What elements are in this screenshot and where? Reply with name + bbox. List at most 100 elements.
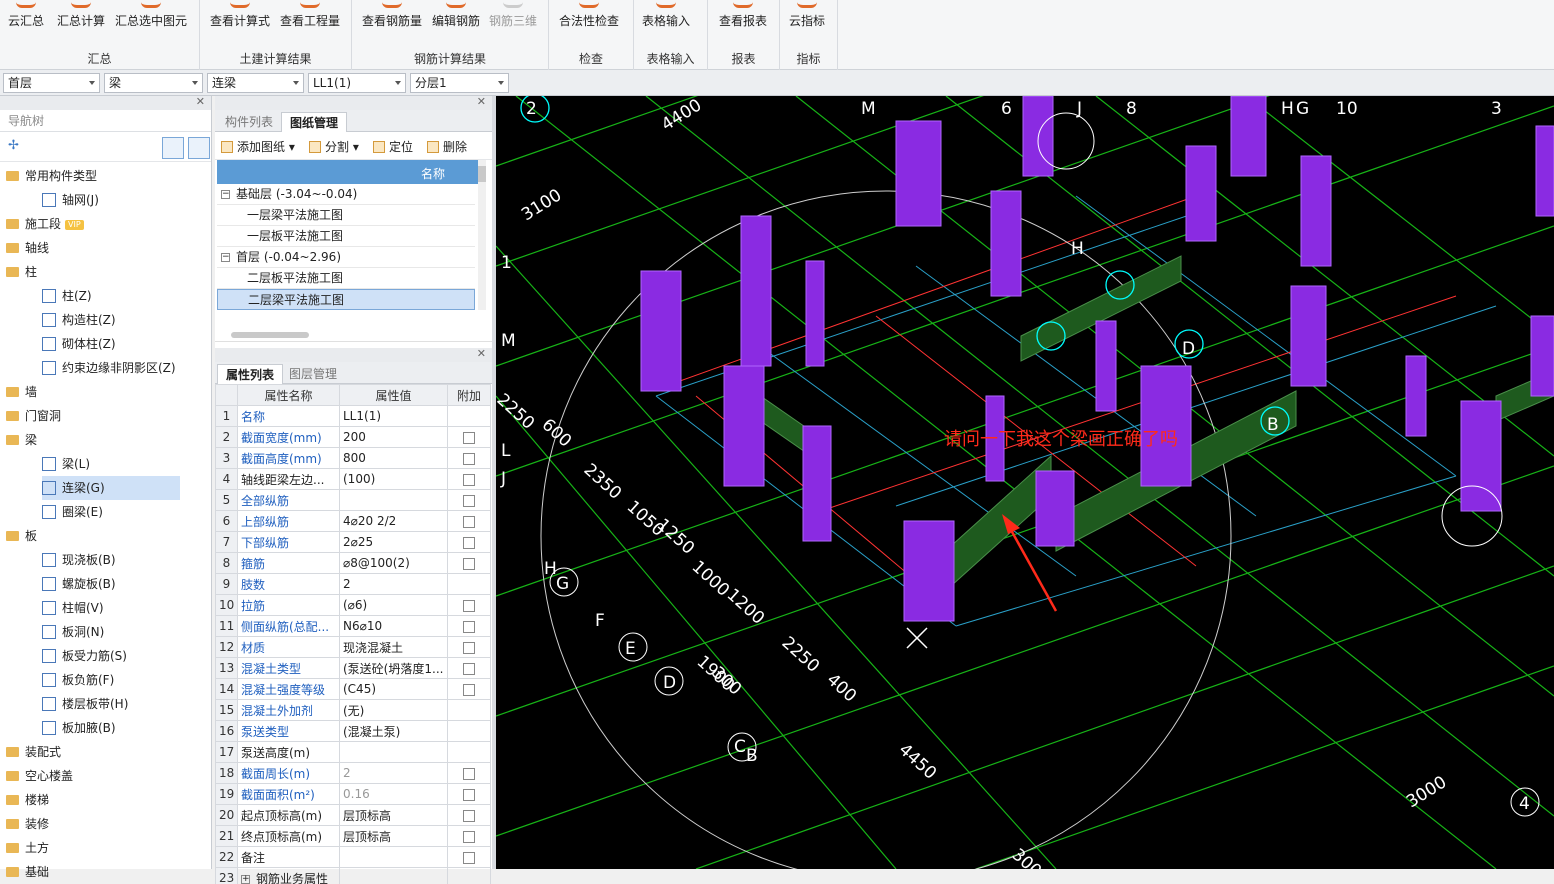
nav-item[interactable]: 螺旋板(B) xyxy=(42,572,122,596)
extra-checkbox[interactable] xyxy=(463,768,475,780)
extra-checkbox[interactable] xyxy=(463,684,475,696)
tab-component-list[interactable]: 构件列表 xyxy=(217,112,281,132)
component-select[interactable]: LL1(1) xyxy=(308,73,406,93)
drawing-row[interactable]: 一层板平法施工图 xyxy=(217,226,475,247)
property-value[interactable]: (100) xyxy=(340,469,448,490)
cad-viewport[interactable]: 2 M 6 J 8 H G 10 3 1 M L J H H D B G F E… xyxy=(496,96,1554,869)
view-formula-button[interactable]: 查看计算式 xyxy=(210,0,270,46)
property-row[interactable]: 10拉筋(⌀6) xyxy=(216,595,491,616)
split-button[interactable]: 分割 ▾ xyxy=(309,138,359,155)
nav-folder[interactable]: 墙 xyxy=(6,380,37,404)
nav-item[interactable]: 板洞(N) xyxy=(42,620,110,644)
extra-checkbox[interactable] xyxy=(463,789,475,801)
nav-item[interactable]: 砌体柱(Z) xyxy=(42,332,122,356)
drawing-row[interactable]: 一层梁平法施工图 xyxy=(217,205,475,226)
category-select[interactable]: 梁 xyxy=(104,73,203,93)
nav-item[interactable]: 现浇板(B) xyxy=(42,548,122,572)
validity-check-button[interactable]: 合法性检查 xyxy=(559,0,619,46)
view-quantity-button[interactable]: 查看工程量 xyxy=(280,0,340,46)
extra-checkbox[interactable] xyxy=(463,621,475,633)
property-row[interactable]: 23+钢筋业务属性 xyxy=(216,868,491,884)
property-value[interactable]: 层顶标高 xyxy=(340,826,448,847)
property-row[interactable]: 15混凝土外加剂(无) xyxy=(216,700,491,721)
extra-checkbox[interactable] xyxy=(463,810,475,822)
property-row[interactable]: 22备注 xyxy=(216,847,491,868)
property-value[interactable]: 0.16 xyxy=(340,784,448,805)
view-report-button[interactable]: 查看报表 xyxy=(719,0,767,46)
property-value[interactable]: 2⌀25 xyxy=(340,532,448,553)
nav-folder[interactable]: 轴线 xyxy=(6,236,49,260)
extra-checkbox[interactable] xyxy=(463,495,475,507)
nav-item[interactable]: 楼层板带(H) xyxy=(42,692,134,716)
nav-item[interactable]: 连梁(G) xyxy=(42,476,180,500)
tab-property-list[interactable]: 属性列表 xyxy=(217,364,283,384)
layer-select[interactable]: 分层1 xyxy=(410,73,509,93)
drawing-group-row[interactable]: −首层 (-0.04~2.96) xyxy=(217,247,475,268)
property-value[interactable]: (C45) xyxy=(340,679,448,700)
drawing-row[interactable]: 二层板平法施工图 xyxy=(217,268,475,289)
property-value[interactable]: (⌀6) xyxy=(340,595,448,616)
property-value[interactable]: (无) xyxy=(340,700,448,721)
summary-calc-button[interactable]: 汇总计算 xyxy=(57,0,105,46)
rebar-3d-button[interactable]: 钢筋三维 xyxy=(489,0,537,46)
add-drawing-button[interactable]: 添加图纸 ▾ xyxy=(221,138,295,155)
nav-item[interactable]: 板负筋(F) xyxy=(42,668,120,692)
nav-item[interactable]: 约束边缘非阴影区(Z) xyxy=(42,356,182,380)
property-row[interactable]: 19截面面积(m²)0.16 xyxy=(216,784,491,805)
locate-button[interactable]: 定位 xyxy=(373,138,413,155)
nav-folder[interactable]: 板 xyxy=(6,524,37,548)
property-row[interactable]: 16泵送类型(混凝土泵) xyxy=(216,721,491,742)
close-icon[interactable]: ✕ xyxy=(196,96,205,108)
nav-item[interactable]: 柱(Z) xyxy=(42,284,98,308)
extra-checkbox[interactable] xyxy=(463,432,475,444)
nav-folder[interactable]: 基础 xyxy=(6,860,49,884)
property-value[interactable]: 现浇混凝土 xyxy=(340,637,448,658)
property-row[interactable]: 18截面周长(m)2 xyxy=(216,763,491,784)
extra-checkbox[interactable] xyxy=(463,537,475,549)
nav-folder[interactable]: 空心楼盖 xyxy=(6,764,73,788)
view-rebar-button[interactable]: 查看钢筋量 xyxy=(362,0,422,46)
property-row[interactable]: 1名称LL1(1) xyxy=(216,406,491,427)
property-row[interactable]: 12材质现浇混凝土 xyxy=(216,637,491,658)
nav-folder[interactable]: 梁 xyxy=(6,428,37,452)
type-select[interactable]: 连梁 xyxy=(207,73,304,93)
scrollbar[interactable] xyxy=(478,160,486,310)
property-value[interactable]: 4⌀20 2/2 xyxy=(340,511,448,532)
close-icon[interactable]: ✕ xyxy=(477,348,486,360)
property-value[interactable]: N6⌀10 xyxy=(340,616,448,637)
nav-item[interactable]: 柱帽(V) xyxy=(42,596,110,620)
property-value[interactable]: 层顶标高 xyxy=(340,805,448,826)
property-value[interactable]: 800 xyxy=(340,448,448,469)
property-row[interactable]: 6上部纵筋4⌀20 2/2 xyxy=(216,511,491,532)
property-row[interactable]: 17泵送高度(m) xyxy=(216,742,491,763)
extra-checkbox[interactable] xyxy=(463,600,475,612)
nav-folder[interactable]: 装修 xyxy=(6,812,49,836)
drawing-hscroll[interactable] xyxy=(215,330,492,342)
property-row[interactable]: 2截面宽度(mm)200 xyxy=(216,427,491,448)
close-icon[interactable]: ✕ xyxy=(477,96,486,108)
table-input-button[interactable]: 表格输入 xyxy=(642,0,690,46)
nav-folder[interactable]: 柱 xyxy=(6,260,37,284)
extra-checkbox[interactable] xyxy=(463,831,475,843)
property-row[interactable]: 11侧面纵筋(总配...N6⌀10 xyxy=(216,616,491,637)
extra-checkbox[interactable] xyxy=(463,453,475,465)
property-row[interactable]: 9肢数2 xyxy=(216,574,491,595)
cloud-summary-button[interactable]: 云汇总 xyxy=(8,0,44,46)
pin-icon[interactable]: ✢ xyxy=(8,138,19,153)
expand-icon[interactable]: + xyxy=(241,875,250,884)
property-value[interactable]: 2 xyxy=(340,763,448,784)
property-row[interactable]: 21终点顶标高(m)层顶标高 xyxy=(216,826,491,847)
property-value[interactable] xyxy=(340,742,448,763)
nav-item[interactable]: 轴网(J) xyxy=(42,188,105,212)
nav-folder[interactable]: 土方 xyxy=(6,836,49,860)
property-row[interactable]: 3截面高度(mm)800 xyxy=(216,448,491,469)
extra-checkbox[interactable] xyxy=(463,516,475,528)
property-value[interactable]: (泵送砼(坍落度1... xyxy=(340,658,448,679)
nav-item[interactable]: 构造柱(Z) xyxy=(42,308,122,332)
extra-checkbox[interactable] xyxy=(463,642,475,654)
property-row[interactable]: 5全部纵筋 xyxy=(216,490,491,511)
nav-item[interactable]: 梁(L) xyxy=(42,452,96,476)
collapse-icon[interactable]: − xyxy=(221,190,230,199)
tab-layer-manager[interactable]: 图层管理 xyxy=(281,364,345,384)
property-value[interactable] xyxy=(340,868,448,884)
